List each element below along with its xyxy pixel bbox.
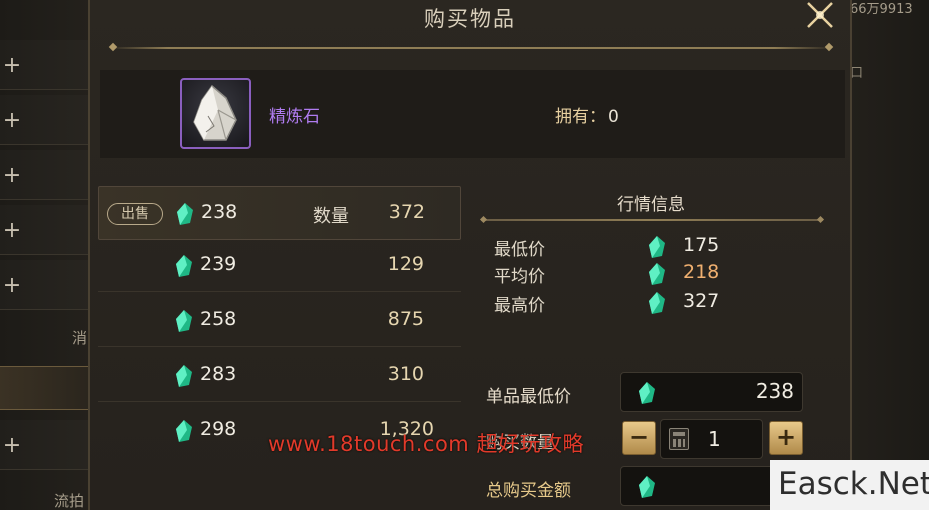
item-name: 精炼石: [269, 107, 320, 127]
gem-currency-icon: [175, 309, 193, 333]
gem-currency-icon: [176, 202, 194, 226]
highest-price-value: 327: [683, 290, 720, 312]
background-list-row[interactable]: +: [0, 420, 92, 470]
listing-quantity: 372: [388, 201, 425, 223]
owned-count: 拥有： 0: [555, 102, 619, 127]
lowest-price-label: 最低价: [494, 240, 545, 260]
market-info-title: 行情信息: [617, 195, 685, 215]
listing-quantity: 875: [387, 308, 424, 330]
listing-price: 298: [200, 418, 237, 440]
quantity-input[interactable]: 1: [660, 419, 763, 459]
average-price-value: 218: [683, 261, 720, 283]
background-list-row[interactable]: +: [0, 205, 92, 255]
listing-price: 238: [201, 201, 238, 223]
listing-quantity: 129: [387, 253, 424, 275]
gem-currency-icon: [175, 364, 193, 388]
sell-tag: 出售: [107, 203, 163, 225]
dialog-title: 购买物品: [424, 7, 516, 31]
gem-currency-icon: [175, 419, 193, 443]
close-button[interactable]: [800, 0, 840, 32]
unit-min-price-field: 238: [620, 372, 803, 412]
brand-watermark: Easck.Net: [770, 460, 929, 510]
plus-icon[interactable]: +: [2, 110, 22, 132]
plus-icon[interactable]: +: [2, 220, 22, 242]
plus-icon[interactable]: +: [2, 435, 22, 457]
lowest-price-value: 175: [683, 234, 720, 256]
background-right-panel: 66万9913 口: [850, 0, 929, 510]
currency-readout: 66万9913: [850, 2, 913, 17]
market-divider: [481, 219, 823, 221]
background-list-row[interactable]: +: [0, 260, 92, 310]
background-side-text: 消: [72, 329, 88, 347]
listing-price: 239: [200, 253, 237, 275]
gem-currency-icon: [648, 235, 666, 259]
gem-currency-icon: [648, 291, 666, 315]
brand-text: Easck.Net: [778, 466, 929, 502]
owned-label: 拥有：: [555, 107, 606, 127]
refining-stone-icon: [193, 84, 237, 141]
background-list-row[interactable]: +: [0, 150, 92, 200]
title-divider: [110, 47, 832, 49]
unit-min-price-value: 238: [755, 379, 794, 403]
average-price-label: 平均价: [494, 267, 545, 287]
plus-icon[interactable]: +: [2, 55, 22, 77]
quantity-value: 1: [708, 427, 721, 451]
gem-currency-icon: [648, 262, 666, 286]
gem-currency-icon: [638, 381, 656, 405]
decrease-quantity-button[interactable]: −: [622, 421, 656, 455]
plus-icon[interactable]: +: [2, 275, 22, 297]
background-selected-row[interactable]: [0, 366, 92, 410]
increase-quantity-button[interactable]: +: [769, 421, 803, 455]
site-watermark: www.18touch.com 超好玩攻略: [268, 432, 584, 456]
background-list-row[interactable]: +: [0, 95, 92, 145]
background-left-panel: + + + + + 消 + 流拍: [0, 0, 92, 510]
plus-icon[interactable]: +: [2, 165, 22, 187]
listing-row[interactable]: 出售 238 数量 372: [98, 186, 461, 240]
listing-price: 258: [200, 308, 237, 330]
unit-min-price-label: 单品最低价: [486, 387, 571, 407]
background-side-text: 流拍: [54, 492, 85, 510]
listing-row[interactable]: 239 129: [98, 238, 461, 292]
listing-quantity: 310: [387, 363, 424, 385]
listing-row[interactable]: 258 875: [98, 293, 461, 347]
listing-row[interactable]: 283 310: [98, 348, 461, 402]
calculator-icon[interactable]: [669, 428, 689, 450]
gem-currency-icon: [175, 254, 193, 278]
item-slot[interactable]: [180, 78, 251, 149]
close-icon[interactable]: [800, 0, 840, 32]
owned-value: 0: [608, 107, 619, 127]
highest-price-label: 最高价: [494, 296, 545, 316]
listing-price: 283: [200, 363, 237, 385]
total-amount-label: 总购买金额: [486, 481, 571, 501]
gem-currency-icon: [638, 475, 656, 499]
background-list-row[interactable]: +: [0, 40, 92, 90]
